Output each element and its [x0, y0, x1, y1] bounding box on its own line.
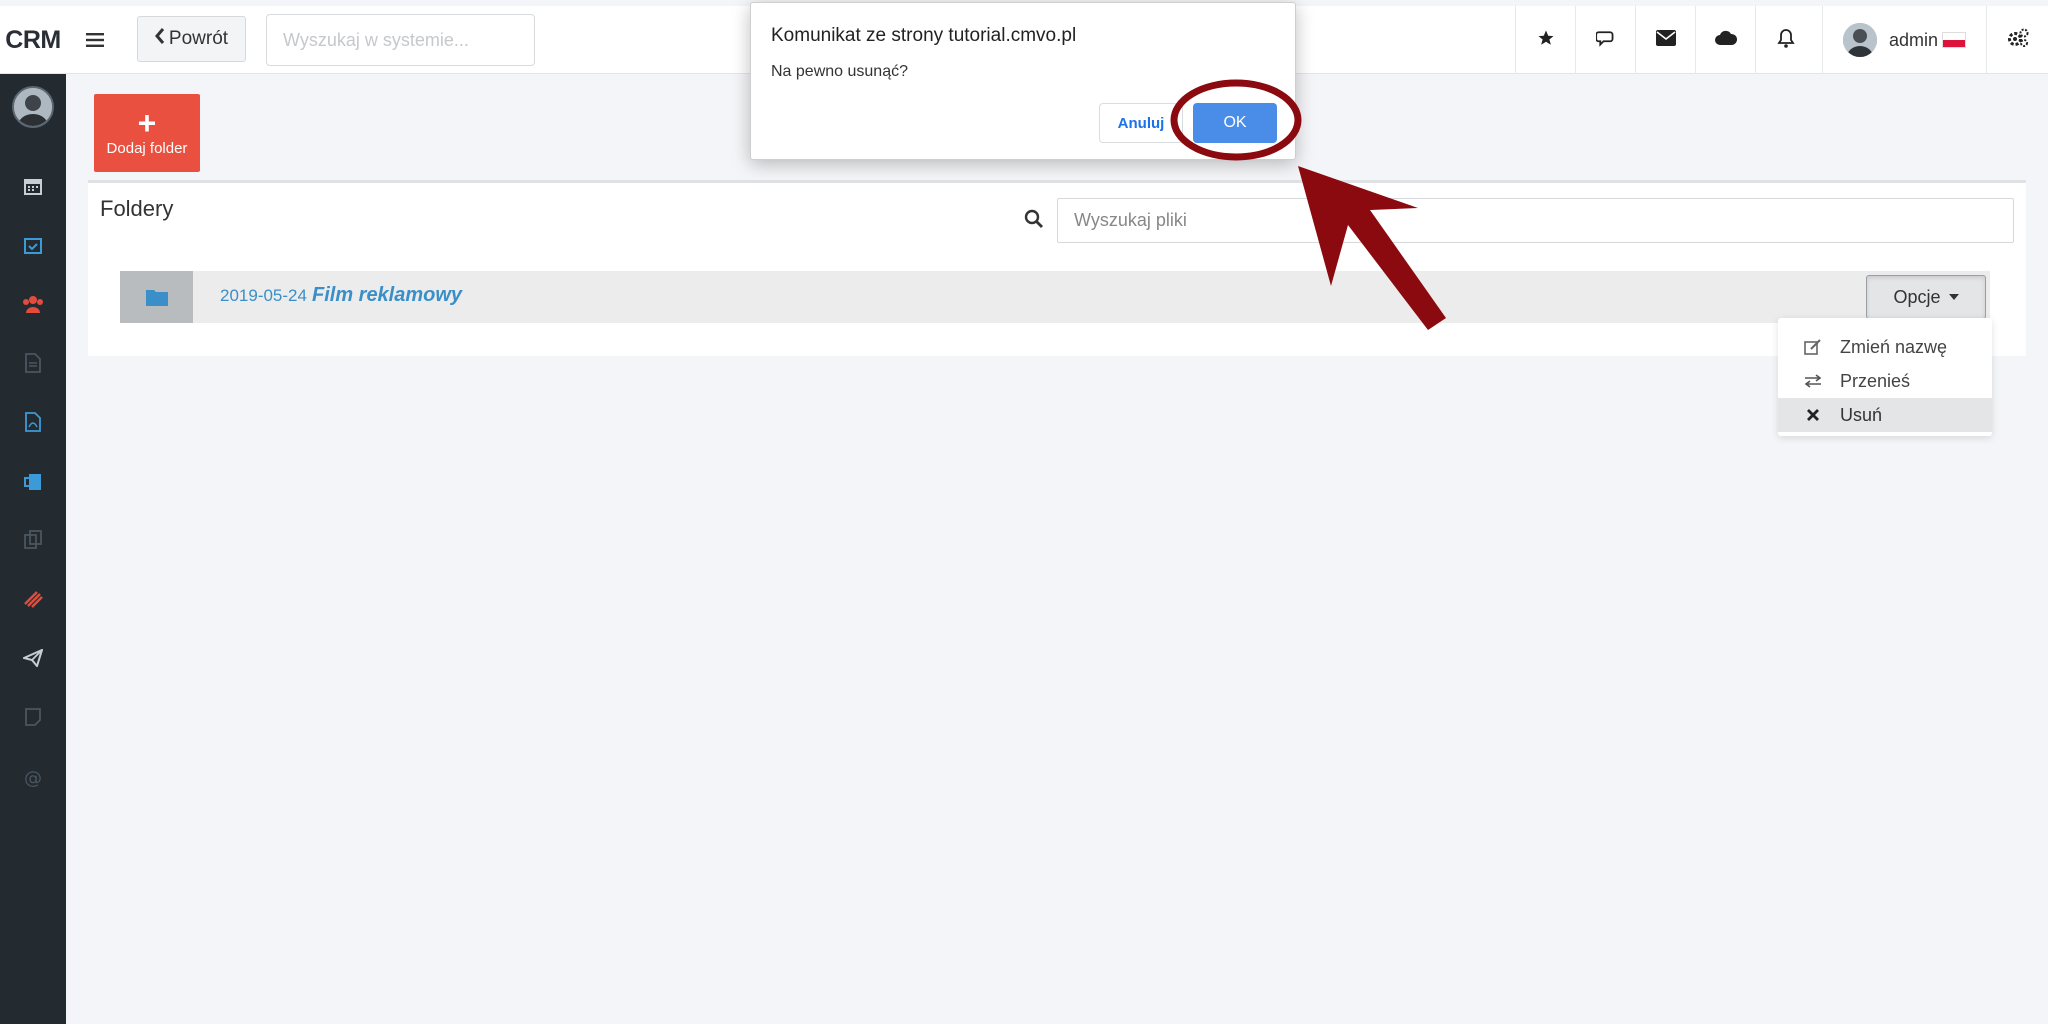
notifications-button[interactable]	[1755, 6, 1815, 74]
settings-button[interactable]	[1986, 6, 2048, 74]
sidebar-avatar[interactable]	[12, 86, 54, 128]
add-folder-label: Dodaj folder	[106, 139, 188, 157]
ok-button[interactable]: OK	[1193, 103, 1277, 143]
sidebar: @	[0, 74, 66, 1024]
sidebar-item-send[interactable]	[0, 640, 66, 680]
paper-plane-icon	[20, 647, 44, 672]
dialog-message: Na pewno usunąć?	[771, 63, 908, 80]
menu-item-label: Przenieś	[1840, 370, 1911, 391]
transfer-icon	[1804, 374, 1822, 388]
star-icon	[1537, 29, 1555, 52]
sidebar-item-copy[interactable]	[0, 522, 66, 562]
plus-icon: +	[137, 104, 157, 141]
confirm-dialog: Komunikat ze strony tutorial.cmvo.pl Na …	[750, 2, 1296, 160]
sidebar-item-documents[interactable]	[0, 345, 66, 385]
panel-title: Foldery	[100, 196, 174, 221]
menu-item-delete[interactable]: Usuń	[1778, 398, 1992, 432]
sidebar-item-tasks[interactable]	[0, 227, 66, 267]
sidebar-item-notes[interactable]	[0, 699, 66, 739]
calendar-icon	[24, 177, 42, 200]
cancel-button[interactable]: Anuluj	[1099, 103, 1183, 143]
user-name: admin	[1889, 29, 1939, 50]
folder-link[interactable]: 2019-05-24 Film reklamowy	[220, 284, 462, 307]
polish-flag-icon[interactable]	[1942, 32, 1967, 48]
options-dropdown-menu: Zmień nazwę Przenieś Usuń	[1778, 318, 1992, 436]
menu-item-move[interactable]: Przenieś	[1778, 364, 1992, 398]
chat-button[interactable]	[1575, 6, 1635, 74]
edit-icon	[1804, 339, 1822, 355]
copy-icon	[24, 529, 42, 555]
sidebar-item-clients[interactable]	[0, 286, 66, 326]
folder-row[interactable]: 2019-05-24 Film reklamowy Opcje	[120, 271, 1990, 323]
add-folder-button[interactable]: + Dodaj folder	[94, 94, 200, 172]
favorites-button[interactable]	[1515, 6, 1575, 74]
options-dropdown-button[interactable]: Opcje	[1866, 275, 1986, 319]
caret-down-icon	[1948, 294, 1959, 300]
envelope-icon	[1655, 29, 1676, 51]
avatar	[1843, 23, 1877, 57]
sidebar-item-pdf[interactable]	[0, 404, 66, 444]
brand-logo[interactable]: CRM	[0, 6, 66, 74]
sidebar-item-attachments[interactable]	[0, 581, 66, 621]
settings-icon	[2007, 28, 2029, 53]
document-icon	[25, 352, 41, 378]
options-label: Opcje	[1893, 286, 1941, 307]
at-sign-icon: @	[24, 767, 42, 789]
folder-icon	[120, 271, 193, 323]
times-icon	[1804, 408, 1822, 422]
cloud-button[interactable]	[1695, 6, 1755, 74]
search-icon	[1024, 209, 1044, 234]
system-search-input[interactable]	[266, 14, 535, 66]
file-search-input[interactable]	[1057, 198, 2014, 243]
chat-icon	[1594, 29, 1616, 52]
menu-item-label: Zmień nazwę	[1840, 336, 1948, 357]
sidebar-item-clipboard[interactable]	[0, 463, 66, 503]
cloud-icon	[1714, 30, 1737, 51]
note-icon	[25, 707, 41, 731]
folder-date: 2019-05-24	[220, 286, 307, 305]
sidebar-item-calendar[interactable]	[0, 168, 66, 208]
dialog-title: Komunikat ze strony tutorial.cmvo.pl	[771, 25, 1077, 46]
menu-item-label: Usuń	[1840, 404, 1883, 425]
calendar-check-icon	[24, 236, 42, 259]
user-menu[interactable]: admin	[1822, 6, 1984, 74]
messages-button[interactable]	[1635, 6, 1695, 74]
sidebar-item-email[interactable]: @	[0, 758, 66, 798]
users-icon	[22, 295, 44, 318]
back-button-label: Powrót	[168, 28, 229, 49]
folders-panel: Foldery 2019-05-24 Film reklamowy Opcje	[88, 180, 2026, 356]
menu-item-rename[interactable]: Zmień nazwę	[1778, 330, 1992, 364]
clipboard-icon	[24, 471, 42, 496]
chevron-left-icon	[154, 28, 165, 50]
bell-icon	[1776, 28, 1795, 53]
attachment-icon	[23, 590, 43, 613]
hamburger-menu-icon[interactable]	[80, 26, 110, 54]
pdf-icon	[25, 411, 41, 437]
back-button[interactable]: Powrót	[137, 16, 246, 62]
folder-name: Film reklamowy	[311, 284, 463, 306]
